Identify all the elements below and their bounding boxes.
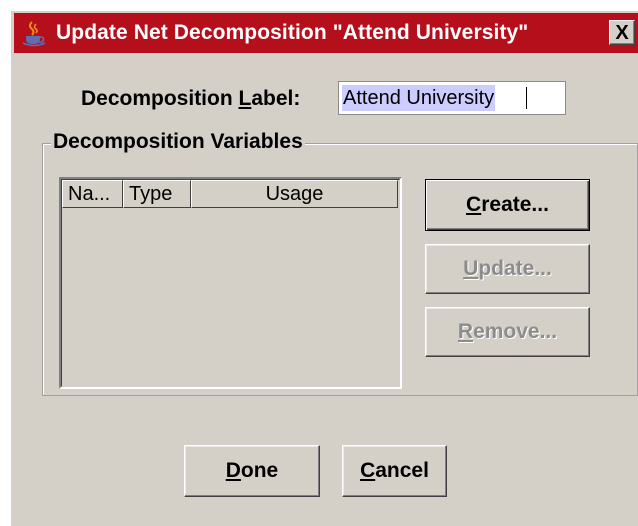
table-header: Na... Type Usage: [62, 180, 398, 208]
caption-suffix: abel:: [251, 87, 301, 110]
selected-text: Attend University: [342, 85, 496, 111]
remove-label: emove...: [473, 320, 558, 343]
java-coffee-cup-icon: [22, 21, 46, 47]
text-caret: [526, 87, 527, 109]
update-button[interactable]: Update...: [425, 244, 590, 294]
done-button[interactable]: Done: [184, 445, 320, 497]
create-mnemonic: C: [466, 193, 482, 216]
remove-button[interactable]: Remove...: [425, 307, 590, 357]
decomposition-label-caption: Decomposition Label:: [81, 87, 300, 111]
remove-mnemonic: R: [457, 320, 474, 343]
variables-table[interactable]: Na... Type Usage: [59, 177, 402, 389]
table-viewport: Na... Type Usage: [61, 179, 400, 387]
close-button[interactable]: X: [609, 20, 635, 45]
group-title: Decomposition Variables: [51, 130, 305, 154]
done-mnemonic: D: [225, 459, 241, 482]
update-net-decomposition-dialog: Update Net Decomposition "Attend Univers…: [10, 10, 638, 526]
cancel-button[interactable]: Cancel: [342, 445, 447, 497]
close-icon: X: [615, 21, 629, 44]
update-mnemonic: U: [463, 257, 479, 280]
done-label: one: [240, 459, 279, 482]
create-button[interactable]: Create...: [425, 179, 590, 231]
window-title: Update Net Decomposition "Attend Univers…: [56, 21, 529, 44]
cancel-label: ancel: [375, 459, 429, 482]
column-header-type[interactable]: Type: [123, 180, 191, 208]
update-label: pdate...: [478, 257, 552, 280]
caption-mnemonic: L: [238, 87, 252, 110]
cancel-mnemonic: C: [360, 459, 376, 482]
title-bar[interactable]: Update Net Decomposition "Attend Univers…: [14, 13, 638, 53]
decomposition-label-input[interactable]: Attend University: [338, 81, 566, 115]
caption-prefix: Decomposition: [81, 87, 239, 110]
column-header-name[interactable]: Na...: [62, 180, 123, 208]
column-header-usage[interactable]: Usage: [191, 180, 398, 208]
create-label: reate...: [481, 193, 549, 216]
